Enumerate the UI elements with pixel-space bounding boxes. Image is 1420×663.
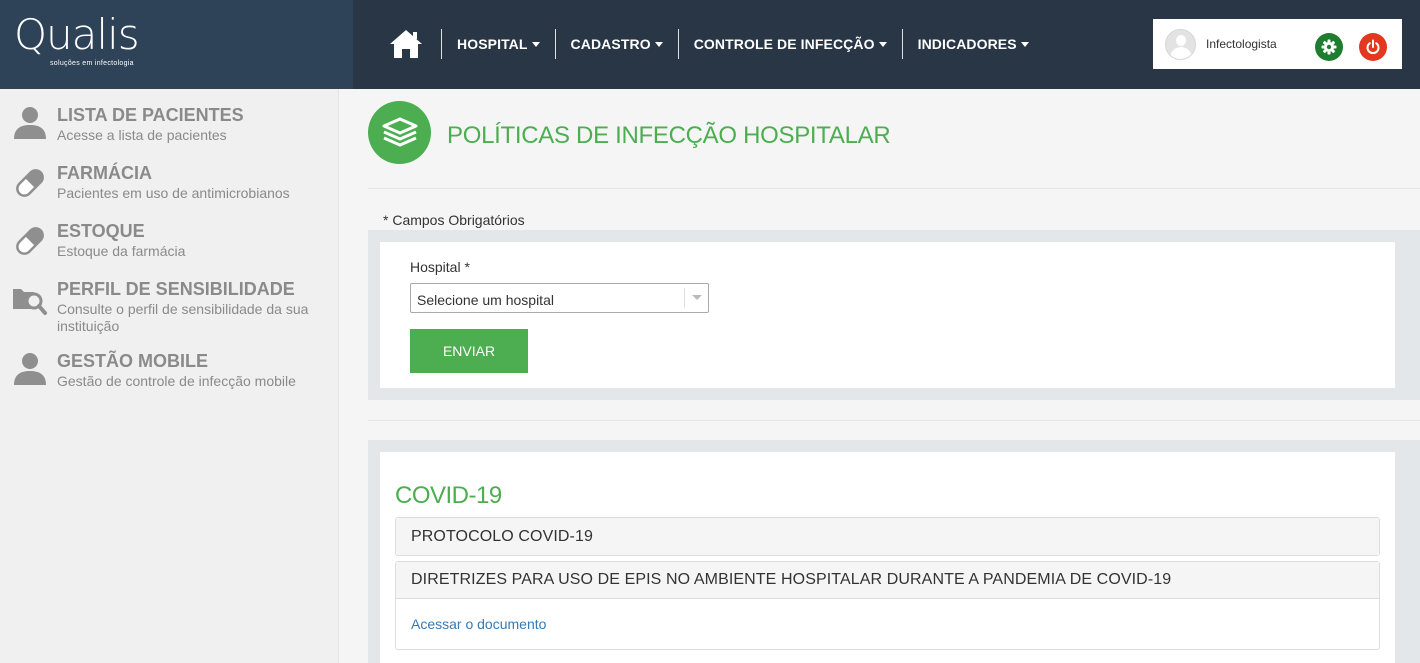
logo: Qualis bbox=[14, 10, 140, 59]
home-icon[interactable] bbox=[385, 27, 427, 61]
user-box: Infectologista bbox=[1153, 19, 1402, 69]
section-title: COVID-19 bbox=[395, 482, 502, 509]
main-content: POLÍTICAS DE INFECÇÃO HOSPITALAR * Campo… bbox=[340, 89, 1420, 663]
form-panel: Hospital * Selecione um hospital ENVIAR bbox=[368, 230, 1420, 400]
panel-protocolo-covid: PROTOCOLO COVID-19 bbox=[395, 517, 1380, 556]
divider bbox=[368, 188, 1420, 189]
required-fields-note: * Campos Obrigatórios bbox=[383, 212, 525, 228]
sidebar-item-subtitle: Consulte o perfil de sensibilidade da su… bbox=[57, 301, 309, 334]
main-nav: HOSPITAL CADASTRO CONTROLE DE INFECÇÃO I… bbox=[385, 27, 1044, 61]
nav-hospital-label: HOSPITAL bbox=[457, 36, 528, 52]
sidebar-item-subtitle: Acesse a lista de pacientes bbox=[57, 127, 227, 143]
document-link[interactable]: Acessar o documento bbox=[411, 616, 546, 632]
sidebar-item-title: PERFIL DE SENSIBILIDADE bbox=[57, 279, 295, 299]
caret-down-icon bbox=[654, 42, 663, 47]
caret-down-icon bbox=[1020, 42, 1029, 47]
sidebar-item-farmacia[interactable]: FARMÁCIA Pacientes em uso de antimicrobi… bbox=[0, 163, 339, 203]
layers-icon bbox=[382, 117, 417, 146]
sidebar-item-estoque[interactable]: ESTOQUE Estoque da farmácia bbox=[0, 221, 339, 261]
sidebar-item-perfil-sensibilidade[interactable]: PERFIL DE SENSIBILIDADE Consulte o perfi… bbox=[0, 279, 339, 335]
sidebar-item-subtitle: Gestão de controle de infecção mobile bbox=[57, 373, 296, 389]
user-icon bbox=[14, 353, 46, 385]
panel-heading[interactable]: PROTOCOLO COVID-19 bbox=[396, 518, 1379, 555]
logout-button[interactable] bbox=[1359, 33, 1387, 61]
hospital-label: Hospital * bbox=[410, 259, 470, 275]
panel-body: Acessar o documento bbox=[396, 599, 1379, 649]
sidebar-item-title: GESTÃO MOBILE bbox=[57, 351, 209, 371]
nav-hospital[interactable]: HOSPITAL bbox=[442, 27, 555, 61]
nav-divider bbox=[901, 29, 903, 59]
nav-indicadores[interactable]: INDICADORES bbox=[903, 27, 1044, 61]
sidebar-item-gestao-mobile[interactable]: GESTÃO MOBILE Gestão de controle de infe… bbox=[0, 351, 339, 391]
user-name[interactable]: Infectologista bbox=[1206, 37, 1277, 51]
divider bbox=[368, 420, 1420, 421]
chevron-down-icon bbox=[684, 288, 708, 308]
sidebar: LISTA DE PACIENTES Acesse a lista de pac… bbox=[0, 89, 339, 663]
caret-down-icon bbox=[878, 42, 887, 47]
page-icon bbox=[368, 101, 431, 164]
logo-tagline: soluções em infectologia bbox=[50, 60, 134, 67]
hospital-select[interactable]: Selecione um hospital bbox=[410, 283, 709, 313]
covid-section: COVID-19 PROTOCOLO COVID-19 DIRETRIZES P… bbox=[368, 440, 1420, 663]
form-body: Hospital * Selecione um hospital ENVIAR bbox=[380, 242, 1395, 388]
covid-section-body: COVID-19 PROTOCOLO COVID-19 DIRETRIZES P… bbox=[380, 452, 1395, 663]
pill-icon bbox=[16, 169, 44, 197]
nav-controle-infeccao-label: CONTROLE DE INFECÇÃO bbox=[693, 36, 875, 52]
panel-heading[interactable]: DIRETRIZES PARA USO DE EPIS NO AMBIENTE … bbox=[396, 562, 1379, 599]
power-icon bbox=[1366, 39, 1380, 55]
page-title: POLÍTICAS DE INFECÇÃO HOSPITALAR bbox=[447, 122, 891, 149]
sidebar-item-title: ESTOQUE bbox=[57, 221, 145, 241]
panel-diretrizes-epis: DIRETRIZES PARA USO DE EPIS NO AMBIENTE … bbox=[395, 561, 1380, 650]
submit-button[interactable]: ENVIAR bbox=[410, 329, 528, 373]
nav-controle-infeccao[interactable]: CONTROLE DE INFECÇÃO bbox=[679, 27, 902, 61]
pill-icon bbox=[16, 227, 44, 255]
sidebar-item-title: LISTA DE PACIENTES bbox=[57, 105, 244, 125]
sidebar-item-subtitle: Pacientes em uso de antimicrobianos bbox=[57, 185, 290, 201]
sidebar-item-title: FARMÁCIA bbox=[57, 163, 152, 183]
user-icon bbox=[14, 107, 46, 139]
sidebar-item-lista-pacientes[interactable]: LISTA DE PACIENTES Acesse a lista de pac… bbox=[0, 105, 339, 145]
nav-indicadores-label: INDICADORES bbox=[917, 36, 1017, 52]
nav-cadastro[interactable]: CADASTRO bbox=[556, 27, 678, 61]
gear-icon bbox=[1321, 39, 1337, 55]
nav-divider bbox=[677, 29, 679, 59]
nav-divider bbox=[554, 29, 556, 59]
top-bar: Qualis soluções em infectologia HOSPITAL… bbox=[0, 0, 1420, 89]
brand-area[interactable]: Qualis soluções em infectologia bbox=[0, 0, 353, 89]
hospital-select-value: Selecione um hospital bbox=[417, 292, 554, 308]
avatar[interactable] bbox=[1165, 29, 1196, 60]
nav-cadastro-label: CADASTRO bbox=[570, 36, 651, 52]
settings-button[interactable] bbox=[1315, 33, 1343, 61]
nav-divider bbox=[441, 29, 442, 59]
folder-search-icon bbox=[13, 289, 47, 315]
caret-down-icon bbox=[531, 42, 540, 47]
sidebar-item-subtitle: Estoque da farmácia bbox=[57, 243, 186, 259]
